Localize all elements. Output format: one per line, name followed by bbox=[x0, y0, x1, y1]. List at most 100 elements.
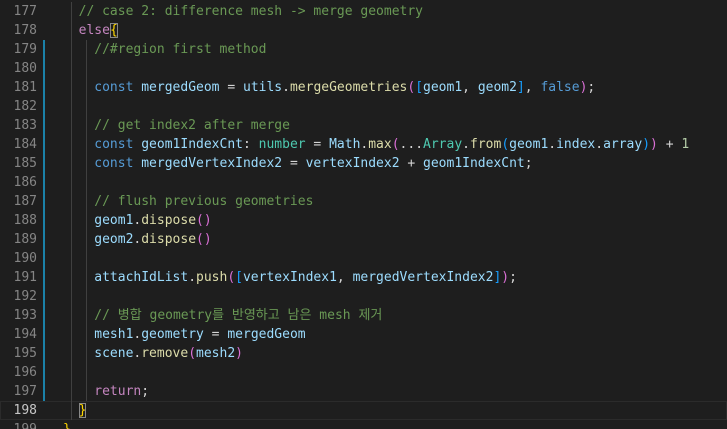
code-token: number bbox=[258, 137, 306, 152]
code-token: . bbox=[188, 270, 197, 285]
code-token: ( bbox=[501, 137, 510, 152]
indent-guide bbox=[70, 211, 72, 230]
indent-guide bbox=[70, 382, 72, 401]
code-line[interactable]: 191 attachIdList.push([vertexIndex1, merg… bbox=[0, 268, 727, 287]
line-number: 194 bbox=[13, 327, 37, 342]
code-token: Array bbox=[423, 137, 463, 152]
code-token: else bbox=[78, 23, 110, 38]
code-token: from bbox=[470, 137, 502, 152]
code-editor[interactable]: 177 // case 2: difference mesh -> merge g… bbox=[0, 0, 727, 429]
code-token: ; bbox=[524, 156, 533, 171]
indent-guide bbox=[86, 211, 88, 230]
code-line[interactable]: 179 //#region first method bbox=[0, 40, 727, 59]
code-token: const bbox=[94, 137, 142, 152]
code-token: mergedGeom bbox=[141, 80, 220, 95]
line-number: 190 bbox=[13, 251, 37, 266]
code-token: mesh1 bbox=[94, 327, 134, 342]
line-number: 195 bbox=[13, 346, 37, 361]
code-token: mergedVertexIndex2 bbox=[141, 156, 283, 171]
git-modified-marker bbox=[43, 40, 45, 59]
indent-guide bbox=[70, 78, 72, 97]
code-line[interactable]: 199} bbox=[0, 420, 727, 429]
code-text: } bbox=[78, 401, 87, 420]
line-number: 186 bbox=[13, 175, 37, 190]
code-token: = bbox=[203, 327, 228, 342]
code-token: ( bbox=[391, 137, 400, 152]
line-number: 184 bbox=[13, 137, 37, 152]
code-line[interactable]: 181 const mergedGeom = utils.mergeGeometr… bbox=[0, 78, 727, 97]
code-line[interactable]: 178 else{ bbox=[0, 21, 727, 40]
line-number: 187 bbox=[13, 194, 37, 209]
code-token: const bbox=[94, 156, 142, 171]
indent-guide bbox=[70, 287, 72, 306]
code-token: ) bbox=[650, 137, 658, 152]
code-line[interactable]: 198} bbox=[0, 401, 727, 420]
indent-guide bbox=[70, 154, 72, 173]
code-line[interactable]: 192 bbox=[0, 287, 727, 306]
code-token: // get index2 after merge bbox=[94, 118, 290, 133]
code-line[interactable]: 177 // case 2: difference mesh -> merge g… bbox=[0, 2, 727, 21]
code-token: 1 bbox=[681, 137, 690, 152]
git-modified-marker bbox=[43, 382, 45, 401]
code-line[interactable]: 195 scene.remove(mesh2) bbox=[0, 344, 727, 363]
indent-guide bbox=[86, 135, 88, 154]
code-line[interactable]: 184 const geom1IndexCnt: number = Math. ma… bbox=[0, 135, 727, 154]
code-token: index bbox=[556, 137, 596, 152]
code-token: = bbox=[282, 156, 306, 171]
git-modified-marker bbox=[43, 249, 45, 268]
code-line[interactable]: 193 // 병합 geometry를 반영하고 남은 mesh 제거 bbox=[0, 306, 727, 325]
code-token: . bbox=[282, 80, 290, 95]
git-modified-marker bbox=[43, 268, 45, 287]
code-line[interactable]: 182 bbox=[0, 97, 727, 116]
code-token: scene bbox=[94, 346, 134, 361]
indent-guide bbox=[86, 268, 88, 287]
indent-guide bbox=[86, 325, 88, 344]
line-number: 178 bbox=[13, 23, 37, 38]
code-line[interactable]: 196 bbox=[0, 363, 727, 382]
code-token: geom1IndexCnt bbox=[423, 156, 525, 171]
code-text: scene.remove(mesh2) bbox=[94, 344, 243, 363]
code-line[interactable]: 189 geom2.dispose() bbox=[0, 230, 727, 249]
code-token: dispose bbox=[141, 232, 197, 247]
indent-guide bbox=[86, 192, 88, 211]
indent-guide bbox=[86, 249, 88, 268]
code-text: // case 2: difference mesh -> merge geom… bbox=[79, 2, 423, 21]
code-token: [ bbox=[415, 80, 424, 95]
code-line[interactable]: 187 // flush previous geometries bbox=[0, 192, 727, 211]
code-line[interactable]: 183 // get index2 after merge bbox=[0, 116, 727, 135]
code-line[interactable]: 186 bbox=[0, 173, 727, 192]
code-token: //#region first method bbox=[94, 42, 267, 57]
code-token: push bbox=[196, 270, 228, 285]
code-token: ... bbox=[399, 137, 424, 152]
indent-guide bbox=[86, 154, 88, 173]
git-modified-marker bbox=[43, 211, 45, 230]
code-line[interactable]: 180 bbox=[0, 59, 727, 78]
code-line[interactable]: 188 geom1.dispose() bbox=[0, 211, 727, 230]
line-number: 179 bbox=[13, 42, 37, 57]
code-text: } bbox=[63, 420, 71, 429]
code-line[interactable]: 185 const mergedVertexIndex2 = vertexInde… bbox=[0, 154, 727, 173]
indent-guide bbox=[70, 401, 72, 420]
code-token: , bbox=[462, 80, 478, 95]
code-token: () bbox=[196, 213, 212, 228]
indent-guide bbox=[86, 173, 88, 192]
code-token: ) bbox=[501, 270, 510, 285]
code-line[interactable]: 194 mesh1.geometry = mergedGeom bbox=[0, 325, 727, 344]
code-token: } bbox=[63, 422, 71, 429]
code-line[interactable]: 197 return; bbox=[0, 382, 727, 401]
git-modified-marker bbox=[43, 344, 45, 363]
indent-guide bbox=[86, 40, 88, 59]
code-token: ) bbox=[235, 346, 243, 361]
code-token: } bbox=[78, 403, 87, 418]
code-line[interactable]: 190 bbox=[0, 249, 727, 268]
git-modified-marker bbox=[43, 192, 45, 211]
line-number: 192 bbox=[13, 289, 37, 304]
code-text: else{ bbox=[79, 21, 118, 40]
code-token: attachIdList bbox=[94, 270, 189, 285]
indent-guide bbox=[70, 135, 72, 154]
line-number: 181 bbox=[13, 80, 37, 95]
code-token: geom2 bbox=[94, 232, 134, 247]
line-number: 199 bbox=[0, 420, 37, 429]
code-token: + bbox=[657, 137, 682, 152]
git-modified-marker bbox=[43, 59, 45, 78]
